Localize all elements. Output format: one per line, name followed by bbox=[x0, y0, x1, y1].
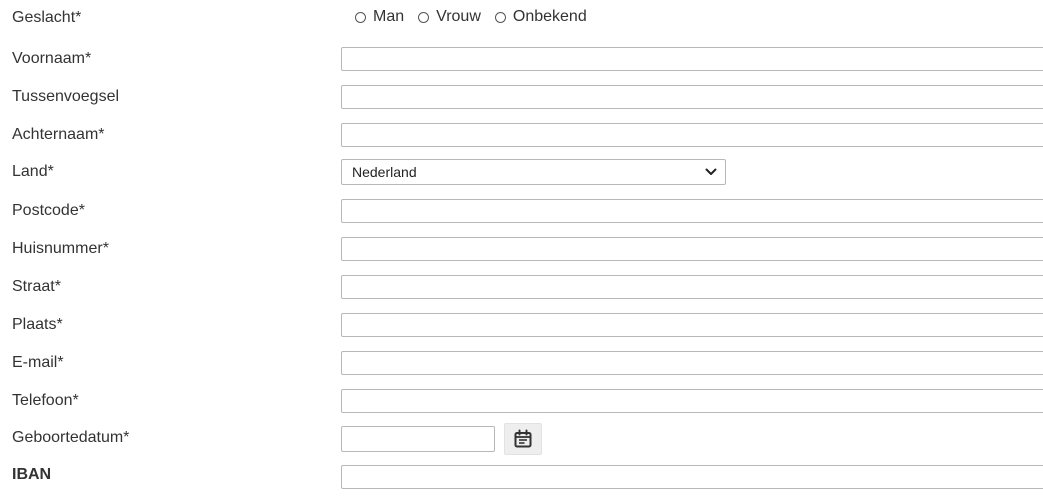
chevron-down-icon bbox=[705, 168, 717, 175]
radio-circle-icon[interactable] bbox=[494, 11, 506, 23]
phone-row: Telefoon* bbox=[0, 383, 1043, 421]
first-name-label: Voornaam* bbox=[12, 50, 92, 67]
country-row: Land* Nederland bbox=[0, 158, 1043, 196]
gender-option-label: Man bbox=[373, 8, 405, 25]
first-name-field[interactable] bbox=[341, 47, 1043, 71]
radio-circle-icon[interactable] bbox=[355, 11, 366, 23]
email-field[interactable] bbox=[341, 351, 1043, 375]
gender-option-vrouw[interactable]: Vrouw bbox=[418, 8, 481, 26]
birth-date-label: Geboortedatum* bbox=[12, 429, 130, 446]
street-field[interactable] bbox=[341, 275, 1043, 299]
gender-option-man[interactable]: Man bbox=[355, 8, 404, 26]
radio-circle-icon[interactable] bbox=[418, 11, 430, 23]
country-select-value: Nederland bbox=[352, 164, 417, 180]
last-name-label: Achternaam* bbox=[12, 126, 105, 143]
birth-date-row: Geboortedatum* bbox=[0, 420, 1043, 458]
phone-field[interactable] bbox=[341, 389, 1043, 413]
street-row: Straat* bbox=[0, 269, 1043, 307]
iban-label: IBAN bbox=[12, 466, 52, 483]
street-label: Straat* bbox=[12, 278, 61, 295]
last-name-field[interactable] bbox=[341, 123, 1043, 147]
iban-row: IBAN bbox=[0, 459, 1043, 497]
infix-row: Tussenvoegsel bbox=[0, 79, 1043, 117]
country-label: Land* bbox=[12, 163, 54, 180]
infix-field[interactable] bbox=[341, 85, 1043, 109]
gender-radio-group: Man Vrouw Onbekend bbox=[355, 8, 601, 26]
city-row: Plaats* bbox=[0, 307, 1043, 345]
city-field[interactable] bbox=[341, 313, 1043, 337]
gender-option-onbekend[interactable]: Onbekend bbox=[494, 8, 587, 26]
postal-code-row: Postcode* bbox=[0, 193, 1043, 231]
calendar-icon bbox=[514, 429, 532, 448]
last-name-row: Achternaam* bbox=[0, 117, 1043, 155]
phone-label: Telefoon* bbox=[12, 392, 79, 409]
city-label: Plaats* bbox=[12, 316, 63, 333]
email-label: E-mail* bbox=[12, 354, 64, 371]
gender-option-label: Onbekend bbox=[512, 8, 587, 25]
postal-code-field[interactable] bbox=[341, 199, 1043, 223]
email-row: E-mail* bbox=[0, 345, 1043, 383]
postal-code-label: Postcode* bbox=[12, 202, 85, 219]
iban-field[interactable] bbox=[341, 465, 1043, 489]
gender-row: Geslacht* Man Vrouw Onbekend bbox=[0, 0, 1043, 38]
birth-date-field[interactable] bbox=[341, 426, 495, 452]
house-number-field[interactable] bbox=[341, 237, 1043, 261]
house-number-row: Huisnummer* bbox=[0, 231, 1043, 269]
first-name-row: Voornaam* bbox=[0, 41, 1043, 79]
date-picker-button[interactable] bbox=[504, 423, 542, 455]
house-number-label: Huisnummer* bbox=[12, 240, 109, 257]
infix-label: Tussenvoegsel bbox=[12, 88, 120, 105]
gender-label: Geslacht* bbox=[12, 9, 82, 26]
country-select[interactable]: Nederland bbox=[341, 159, 726, 185]
gender-option-label: Vrouw bbox=[436, 8, 481, 25]
